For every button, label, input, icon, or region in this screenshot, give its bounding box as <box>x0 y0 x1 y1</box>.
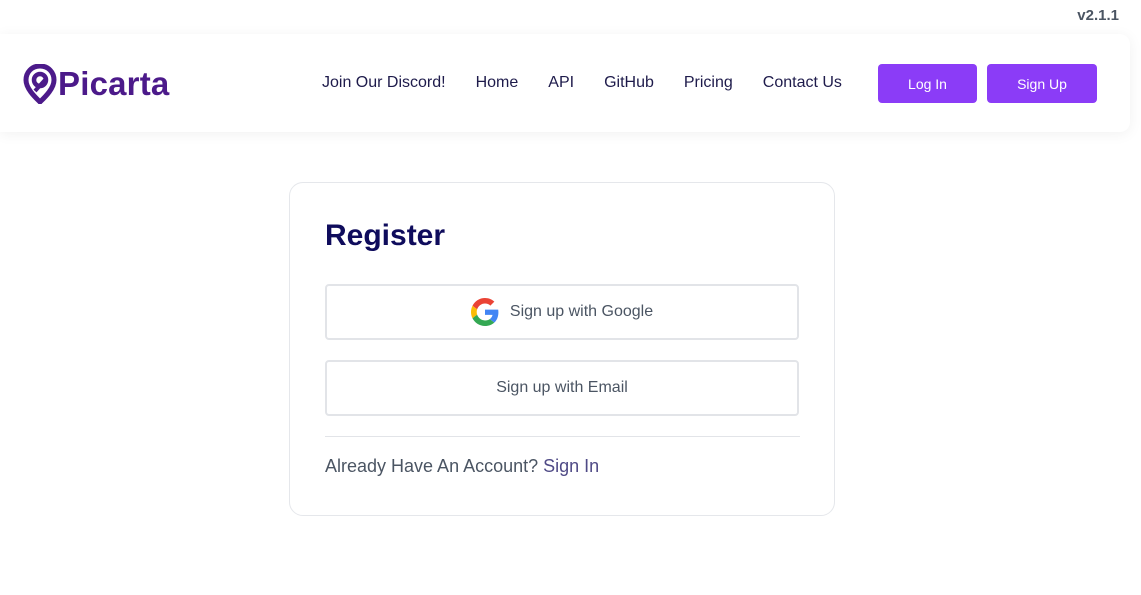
google-icon <box>470 298 499 326</box>
nav-link-home[interactable]: Home <box>476 72 519 94</box>
divider <box>325 436 800 437</box>
nav-link-api[interactable]: API <box>548 72 574 94</box>
signin-prompt: Already Have An Account? Sign In <box>325 456 599 477</box>
google-signup-button[interactable]: Sign up with Google <box>325 284 799 340</box>
nav-links: Join Our Discord! Home API GitHub Pricin… <box>308 72 872 94</box>
signin-link[interactable]: Sign In <box>543 456 599 476</box>
brand-name: Picarta <box>58 65 170 102</box>
top-navbar: Picarta Join Our Discord! Home API GitHu… <box>0 34 1130 132</box>
signup-button[interactable]: Sign Up <box>987 64 1097 103</box>
version-label: v2.1.1 <box>1077 7 1119 24</box>
map-pin-logo-icon <box>23 64 57 104</box>
google-signup-label: Sign up with Google <box>509 303 654 320</box>
register-title: Register <box>325 219 446 252</box>
nav-link-discord[interactable]: Join Our Discord! <box>322 72 446 94</box>
nav-link-contact[interactable]: Contact Us <box>763 72 842 94</box>
email-signup-label: Sign up with Email <box>496 379 628 396</box>
already-account-text: Already Have An Account? <box>325 456 544 476</box>
nav-link-github[interactable]: GitHub <box>604 72 654 94</box>
nav-link-pricing[interactable]: Pricing <box>684 72 733 94</box>
brand-logo[interactable]: Picarta <box>23 64 169 104</box>
register-card: Register Sign up with Google Sign up wit… <box>289 182 835 516</box>
email-signup-button[interactable]: Sign up with Email <box>325 360 799 416</box>
login-button[interactable]: Log In <box>878 64 977 103</box>
